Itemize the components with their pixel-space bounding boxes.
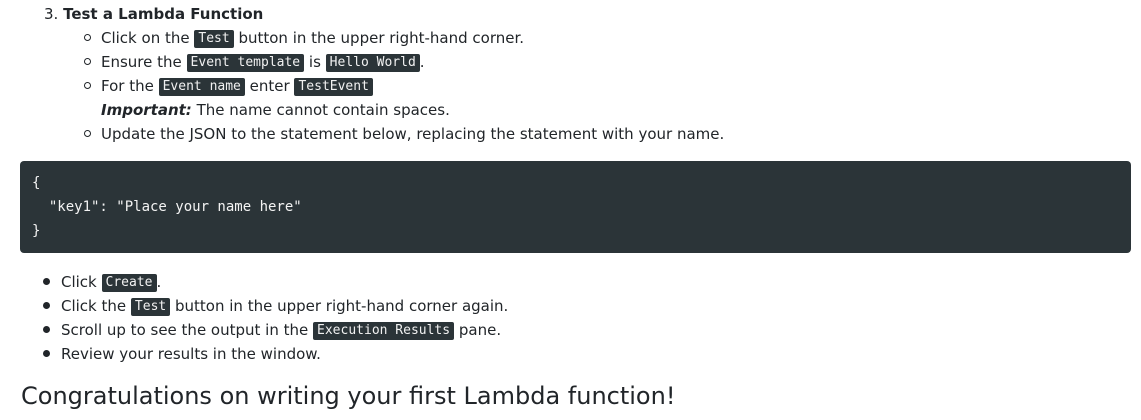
code-create: Create	[101, 274, 157, 292]
bullet-icon	[43, 302, 50, 309]
code-hello-world: Hello World	[325, 54, 420, 72]
sub-item-update-json: Update the JSON to the statement below, …	[101, 122, 724, 146]
text: is	[308, 53, 321, 71]
text: .	[419, 53, 425, 71]
code-test-event: TestEvent	[294, 78, 373, 96]
text: button in the upper right-hand corner ag…	[175, 297, 509, 315]
text: Click the	[61, 297, 127, 315]
text: Scroll up to see the output in the	[61, 321, 309, 339]
text: enter	[249, 77, 290, 95]
sub-bullet-icon	[84, 130, 91, 137]
sub-bullet-icon	[84, 34, 91, 41]
sub-item-event-name: For the Event name enter TestEvent	[101, 74, 373, 98]
step-heading: 3. Test a Lambda Function	[44, 2, 263, 26]
code-event-name: Event name	[158, 78, 245, 96]
code-execution-results: Execution Results	[313, 322, 455, 340]
code-event-template: Event template	[186, 54, 305, 72]
text: Click	[61, 273, 97, 291]
bullet-icon	[43, 326, 50, 333]
list-item-scroll: Scroll up to see the output in the Execu…	[61, 318, 501, 342]
code-line: }	[32, 223, 41, 239]
list-item-click-test: Click the Test button in the upper right…	[61, 294, 508, 318]
text: For the	[101, 77, 154, 95]
sub-item-click-test: Click on the Test button in the upper ri…	[101, 26, 524, 50]
list-item-review: Review your results in the window.	[61, 342, 321, 366]
text: Ensure the	[101, 53, 182, 71]
text: Click on the	[101, 29, 190, 47]
important-label: Important:	[101, 101, 192, 119]
code-test: Test	[194, 30, 234, 48]
sub-bullet-icon	[84, 82, 91, 89]
sub-bullet-icon	[84, 58, 91, 65]
text: button in the upper right-hand corner.	[238, 29, 525, 47]
bullet-icon	[43, 278, 50, 285]
sub-item-event-template: Ensure the Event template is Hello World…	[101, 50, 425, 74]
instructions-page: 3. Test a Lambda Function Click on the T…	[0, 0, 1141, 420]
bullet-icon	[43, 350, 50, 357]
closing-heading: Congratulations on writing your first La…	[21, 382, 676, 410]
json-code-block: { "key1": "Place your name here" }	[20, 161, 1131, 253]
code-test: Test	[130, 298, 171, 316]
text: Update the JSON to the statement below, …	[101, 125, 725, 143]
code-line: "key1": "Place your name here"	[32, 199, 302, 215]
text: Review your results in the window.	[61, 345, 321, 363]
step-number: 3.	[44, 5, 59, 23]
important-note: Important: The name cannot contain space…	[101, 98, 450, 122]
text: pane.	[458, 321, 502, 339]
step-title: Test a Lambda Function	[63, 5, 264, 23]
text: .	[156, 273, 162, 291]
important-text: The name cannot contain spaces.	[196, 101, 450, 119]
list-item-create: Click Create.	[61, 270, 161, 294]
code-line: {	[32, 175, 41, 191]
